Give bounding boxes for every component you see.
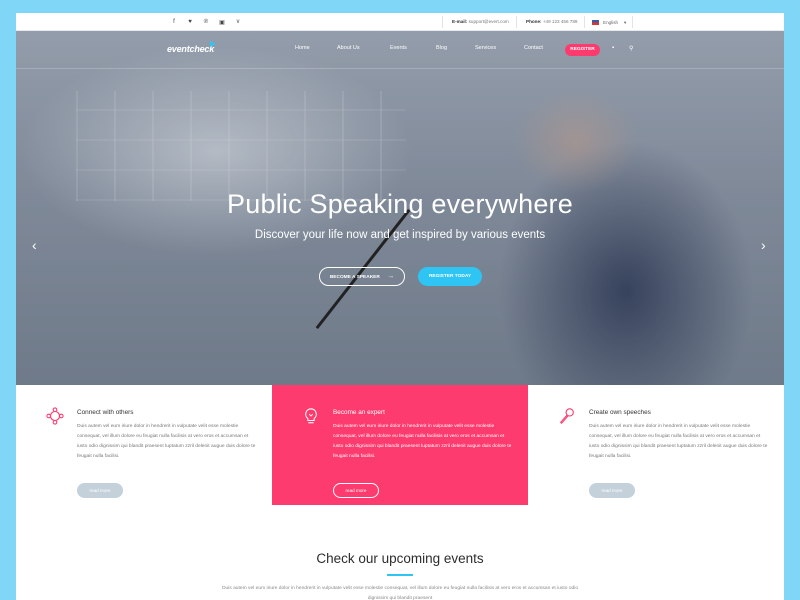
social-links: f ♥ ℗ ▣ v <box>166 13 246 31</box>
phone-label: Phone: <box>526 19 542 24</box>
email-value[interactable]: support@evert.com <box>469 19 509 24</box>
read-more-button[interactable]: read more <box>77 483 123 498</box>
language-label: English <box>603 19 619 25</box>
phone-value: +49 123 456 789 <box>542 19 578 24</box>
register-today-button[interactable]: REGISTER TODAY <box>418 267 482 286</box>
vimeo-icon[interactable]: v <box>230 19 246 25</box>
email-info: E-mail: support@evert.com <box>452 13 509 31</box>
language-selector[interactable]: English ▼ <box>592 13 627 31</box>
arrow-right-icon: → <box>387 273 395 280</box>
events-intro-text: Duis autem vel eum iriure dolor in hendr… <box>221 586 579 600</box>
nav-item-events[interactable]: Events <box>390 45 407 51</box>
logo[interactable]: eventcheck <box>167 44 214 54</box>
facebook-icon[interactable]: f <box>166 19 182 25</box>
feature-title: Create own speeches <box>589 409 651 416</box>
hero-title: Public Speaking everywhere <box>227 189 573 219</box>
microphone-icon <box>559 408 574 424</box>
feature-expert: Become an expert Duis autem vel eum iriu… <box>272 385 528 505</box>
logo-mark-icon <box>210 41 216 47</box>
title-underline <box>387 574 413 576</box>
nav-item-about[interactable]: About Us <box>337 45 360 51</box>
top-bar: f ♥ ℗ ▣ v E-mail: support@evert.com Phon… <box>16 13 784 31</box>
page-frame: f ♥ ℗ ▣ v E-mail: support@evert.com Phon… <box>16 13 784 600</box>
chevron-down-icon: ▼ <box>623 19 628 25</box>
register-button[interactable]: REGISTER <box>565 44 600 56</box>
twitter-icon[interactable]: ♥ <box>182 19 198 25</box>
uk-flag-icon <box>592 19 599 25</box>
divider <box>516 16 517 28</box>
feature-speeches: Create own speeches Duis autem vel eum i… <box>528 385 784 505</box>
read-more-button[interactable]: read more <box>333 483 379 498</box>
cart-icon[interactable]: ▪ <box>612 45 614 51</box>
nav-item-home[interactable]: Home <box>295 45 310 51</box>
divider <box>632 16 633 28</box>
nav-item-services[interactable]: Services <box>475 45 496 51</box>
nav-item-blog[interactable]: Blog <box>436 45 447 51</box>
feature-text: Duis autem vel eum iriure dolor in hendr… <box>77 424 256 459</box>
become-speaker-button[interactable]: BECOME A SPEAKER → <box>319 267 405 286</box>
main-nav: eventcheck Home About Us Events Blog Ser… <box>16 31 784 69</box>
read-more-button[interactable]: read more <box>589 483 635 498</box>
feature-text: Duis autem vel eum iriure dolor in hendr… <box>589 424 768 459</box>
feature-connect: Connect with others Duis autem vel eum i… <box>16 385 272 505</box>
divider <box>584 16 585 28</box>
search-icon[interactable]: ⚲ <box>629 45 633 52</box>
feature-text: Duis autem vel eum iriure dolor in hendr… <box>333 424 512 459</box>
phone-info: Phone: +49 123 456 789 <box>526 13 577 31</box>
pinterest-icon[interactable]: ℗ <box>198 19 214 25</box>
feature-title: Connect with others <box>77 409 134 416</box>
instagram-icon[interactable]: ▣ <box>214 19 230 26</box>
feature-title: Become an expert <box>333 409 385 416</box>
lightbulb-icon <box>305 408 317 424</box>
nav-item-contact[interactable]: Contact <box>524 45 543 51</box>
email-label: E-mail: <box>452 19 468 24</box>
hero-subtitle: Discover your life now and get inspired … <box>254 229 546 241</box>
hero-slider: eventcheck Home About Us Events Blog Ser… <box>16 31 784 385</box>
events-section-title: Check our upcoming events <box>316 551 484 566</box>
become-speaker-label: BECOME A SPEAKER <box>329 275 380 280</box>
divider <box>442 16 443 28</box>
network-icon <box>46 407 64 425</box>
